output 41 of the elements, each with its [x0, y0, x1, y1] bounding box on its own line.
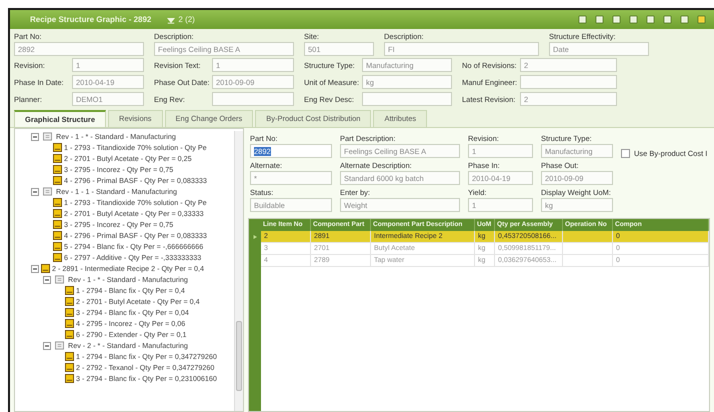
part-icon — [65, 308, 74, 317]
part-icon — [53, 220, 62, 229]
document-icon — [41, 187, 54, 196]
part-icon — [53, 242, 62, 251]
part-icon — [65, 319, 74, 328]
table-cell — [563, 231, 613, 243]
row-pointer-icon — [252, 234, 258, 240]
part-icon — [65, 352, 74, 361]
dropdown-icon — [167, 16, 176, 24]
collapse-icon[interactable] — [43, 342, 51, 350]
window-title: Recipe Structure Graphic - 2892 — [30, 15, 152, 24]
collapse-icon[interactable] — [43, 276, 51, 284]
table-cell — [563, 243, 613, 255]
record-count: 2 (2) — [178, 15, 195, 24]
text-field[interactable] — [212, 92, 294, 106]
part-icon — [65, 286, 74, 295]
collapse-icon[interactable] — [31, 188, 39, 196]
part-icon — [53, 154, 62, 163]
part-icon — [65, 374, 74, 383]
collapse-icon[interactable] — [31, 264, 39, 272]
text-field[interactable] — [520, 75, 617, 89]
part-icon — [41, 264, 50, 273]
document-icon — [53, 341, 66, 350]
text-field[interactable] — [362, 92, 452, 106]
document-icon — [53, 275, 66, 284]
part-icon — [53, 198, 62, 207]
collapse-icon[interactable] — [31, 132, 39, 140]
document-icon — [41, 132, 54, 141]
part-icon — [65, 363, 74, 372]
part-icon — [53, 231, 62, 240]
part-icon — [53, 176, 62, 185]
part-icon — [53, 253, 62, 262]
part-icon — [65, 330, 74, 339]
toolbar-icon[interactable] — [578, 15, 587, 24]
checkbox[interactable] — [621, 149, 630, 158]
part-icon — [65, 297, 74, 306]
part-icon — [53, 165, 62, 174]
part-icon — [53, 209, 62, 218]
scrollbar[interactable] — [234, 131, 243, 411]
table-cell — [563, 255, 613, 267]
part-icon — [53, 143, 62, 152]
